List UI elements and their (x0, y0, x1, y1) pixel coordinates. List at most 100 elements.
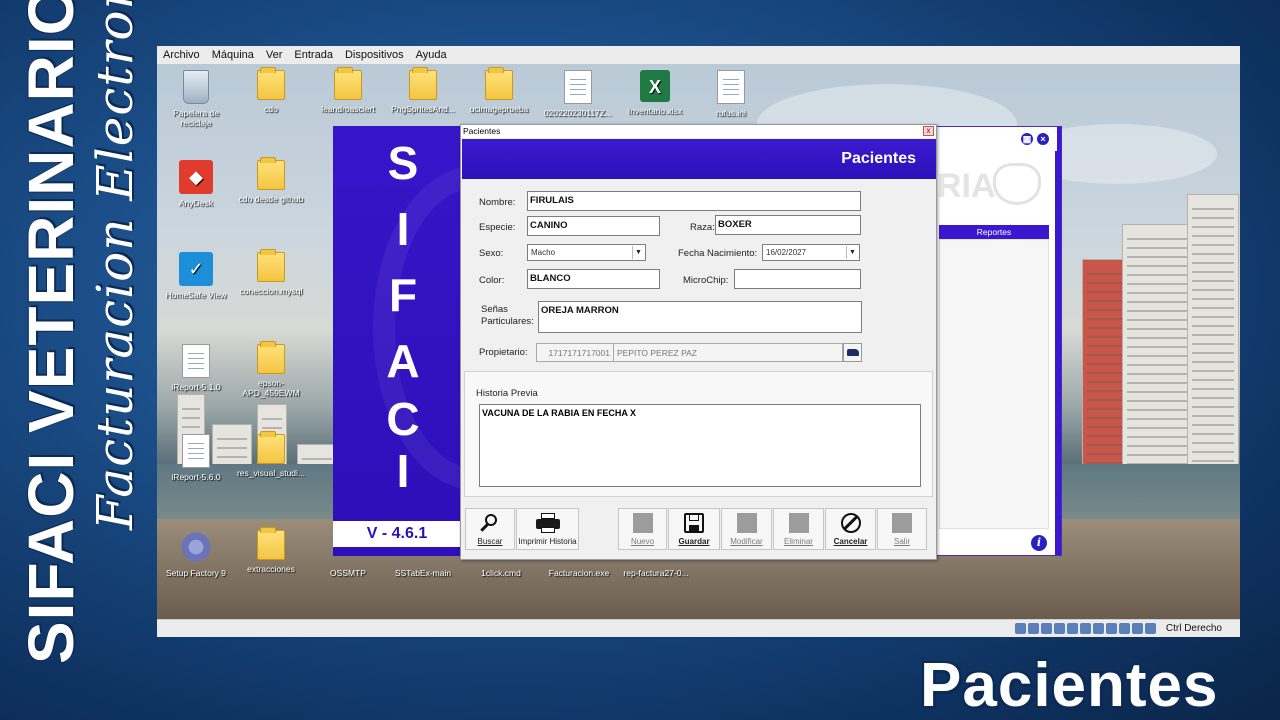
splash-letter: A (386, 335, 420, 387)
desktop-icon-ucimageprueba[interactable]: ucimageprueba (460, 67, 538, 114)
desktop-icon-label: cdo desde github (238, 194, 304, 204)
menu-maquina[interactable]: Máquina (212, 49, 254, 61)
especie-input[interactable]: CANINO (527, 216, 660, 236)
imprimir-historia-button[interactable]: Imprimir Historia (516, 508, 579, 550)
pacientes-dialog: Pacientes x Pacientes Nombre: FIRULAIS E… (460, 124, 937, 560)
color-input[interactable]: BLANCO (527, 269, 660, 289)
cpu-icon[interactable] (1119, 623, 1130, 634)
excel-icon: X (640, 70, 670, 102)
host-key-label: Ctrl Derecho (1165, 623, 1222, 634)
recycle-bin-icon (183, 70, 209, 104)
sexo-select[interactable]: Macho ▼ (527, 244, 646, 261)
folder-icon (334, 67, 362, 100)
chevron-down-icon[interactable]: ▼ (846, 246, 858, 259)
desktop-icon-extracciones[interactable]: extracciones (232, 527, 310, 574)
chevron-down-icon[interactable]: ▼ (632, 246, 644, 259)
desktop-icon-web-document[interactable]: 020220230117Z... (539, 70, 617, 118)
nuevo-label: Nuevo (630, 537, 655, 546)
historia-previa-textarea[interactable]: VACUNA DE LA RABIA EN FECHA X (479, 404, 921, 487)
modificar-button[interactable]: Modificar (721, 508, 772, 550)
hdd-icon[interactable] (1015, 623, 1026, 634)
desktop-icon-label: OSSMTP (330, 568, 366, 578)
keyboard-icon[interactable] (1145, 623, 1156, 634)
desktop-icon-inventario[interactable]: X Inventario.xlsx (616, 70, 694, 116)
close-icon[interactable]: × (1037, 133, 1049, 145)
fecha-nacimiento-value: 16/02/2027 (766, 248, 807, 257)
tab-reportes[interactable]: Reportes (939, 225, 1049, 239)
exit-icon (892, 513, 912, 533)
delete-icon (788, 513, 809, 533)
close-icon[interactable]: x (923, 126, 934, 136)
brand-title: SIFACI VETERINARIO (15, 0, 87, 664)
menu-ayuda[interactable]: Ayuda (416, 49, 447, 61)
historia-previa-group: Historia Previa VACUNA DE LA RABIA EN FE… (464, 371, 933, 497)
eliminar-button[interactable]: Eliminar (773, 508, 824, 550)
recording-icon[interactable] (1106, 623, 1117, 634)
microchip-input[interactable] (734, 269, 861, 289)
desktop-icon-label: coneccion.mysql (239, 286, 303, 296)
guardar-button[interactable]: Guardar (668, 508, 720, 550)
display-icon[interactable] (1093, 623, 1104, 634)
salir-button[interactable]: Salir (877, 508, 927, 550)
desktop-icon-anydesk[interactable]: ◆ AnyDesk (157, 160, 235, 208)
fecha-nacimiento-picker[interactable]: 16/02/2027 ▼ (762, 244, 860, 261)
mouse-integration-icon[interactable] (1132, 623, 1143, 634)
desktop-icon-label: res_visual_studi... (236, 468, 306, 478)
guardar-label: Guardar (678, 537, 710, 546)
menu-archivo[interactable]: Archivo (163, 49, 200, 61)
network-icon[interactable] (1054, 623, 1065, 634)
cancel-icon (840, 513, 861, 533)
modificar-label: Modificar (730, 537, 763, 546)
cancelar-button[interactable]: Cancelar (825, 508, 876, 550)
menu-entrada[interactable]: Entrada (294, 49, 333, 61)
desktop-icon-leandroasciert[interactable]: leandroasciert (309, 67, 387, 114)
desktop-icon-cdo[interactable]: cdo (232, 67, 310, 114)
select-owner-button[interactable] (843, 343, 862, 362)
info-icon[interactable]: i (1031, 535, 1047, 551)
desktop-icon-label: iReport-5.1.0 (171, 382, 221, 392)
desktop-icon-pngsprites[interactable]: PngSpritesAnd... (384, 67, 462, 114)
desktop-icon-label: 020220230117Z... (543, 108, 613, 118)
menu-dispositivos[interactable]: Dispositivos (345, 49, 404, 61)
sexo-value: Macho (531, 248, 556, 257)
search-icon (480, 513, 500, 533)
desktop-icon-rufus[interactable]: rufus.ini (692, 70, 770, 118)
setup-factory-icon (179, 530, 213, 564)
desktop-icon-homesafe[interactable]: ✓ HomeSafe View (157, 252, 235, 300)
desktop-icon-label: rufus.ini (716, 108, 746, 118)
folder-icon (257, 249, 285, 282)
desktop-icon-ireport-560[interactable]: iReport-5.6.0 (157, 434, 235, 482)
desktop-icon-recycle-bin[interactable]: Papelera de reciclaje (157, 70, 235, 128)
raza-input[interactable]: BOXER (715, 215, 861, 235)
homesafe-icon: ✓ (179, 252, 213, 286)
senas-particulares-input[interactable]: OREJA MARRON (538, 301, 862, 333)
desktop-icon-epson[interactable]: epson-APD_459EWM (232, 341, 310, 398)
menu-ver[interactable]: Ver (266, 49, 283, 61)
optical-icon[interactable] (1028, 623, 1039, 634)
desktop-icon-label: Papelera de reciclaje (173, 108, 219, 128)
maximize-icon[interactable]: ▦ (1021, 133, 1033, 145)
vm-statusbar: Ctrl Derecho (157, 619, 1240, 637)
desktop-icon-setup-factory[interactable]: Setup Factory 9 (157, 530, 235, 578)
salir-label: Salir (893, 537, 910, 546)
nombre-input[interactable]: FIRULAIS (527, 191, 861, 211)
desktop-icon-ireport-510[interactable]: iReport-5.1.0 (157, 344, 235, 392)
folder-icon (409, 67, 437, 100)
desktop-icon-label: Facturacion.exe (548, 568, 610, 578)
desktop-icon-label: SSTabEx-main (394, 568, 452, 578)
desktop-icon-label: AnyDesk (178, 198, 213, 208)
buscar-button[interactable]: Buscar (465, 508, 515, 550)
branding-panel: SIFACI VETERINARIO Facturacion Electroni… (0, 0, 156, 720)
usb-icon[interactable] (1067, 623, 1078, 634)
cancelar-label: Cancelar (833, 537, 868, 546)
nuevo-button[interactable]: Nuevo (618, 508, 667, 550)
desktop-icon-label: Setup Factory 9 (165, 568, 226, 578)
desktop-icon-res-visual[interactable]: res_visual_studi... (232, 431, 310, 478)
desktop-icon-cdo-github[interactable]: cdo desde github (232, 157, 310, 204)
splash-letter: C (386, 393, 420, 445)
desktop-icon-coneccion[interactable]: coneccion.mysql (232, 249, 310, 296)
shared-folder-icon[interactable] (1080, 623, 1091, 634)
audio-icon[interactable] (1041, 623, 1052, 634)
desktop-icon-label: epson-APD_459EWM (242, 378, 300, 398)
sifaci-splash-panel: S I F A C I V - 4.6.1 (333, 126, 461, 556)
